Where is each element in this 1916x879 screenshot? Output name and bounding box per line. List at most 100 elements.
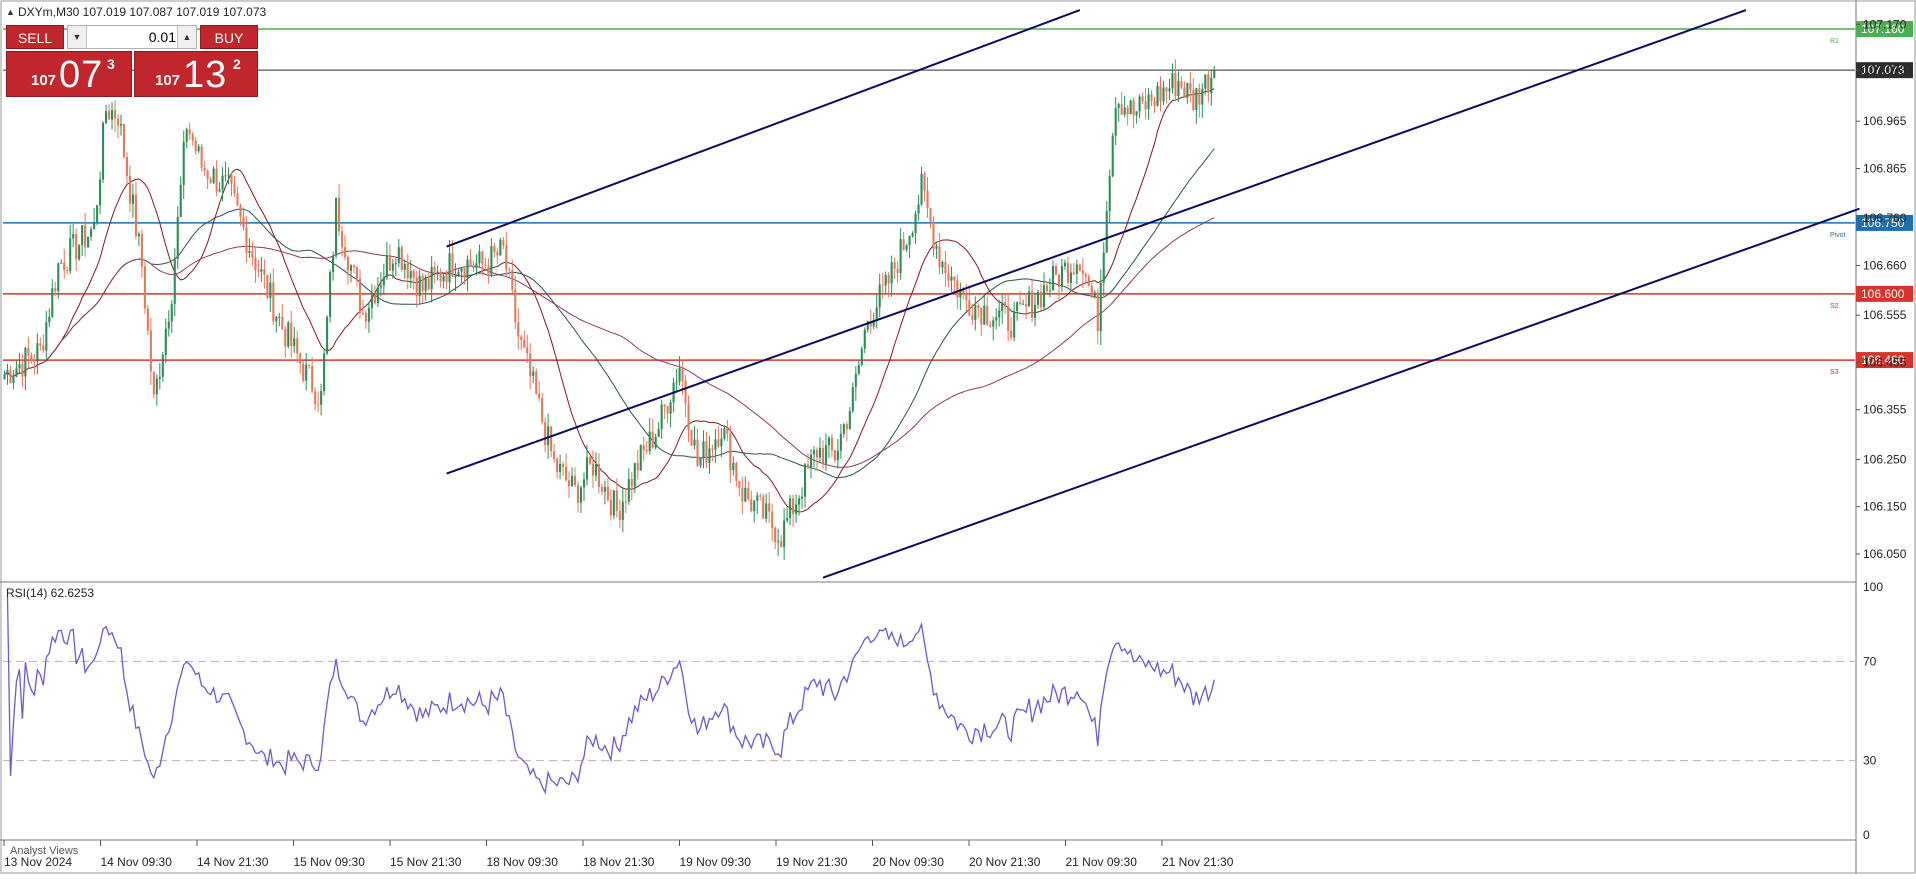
candle-body[interactable] <box>412 270 415 278</box>
candle-body[interactable] <box>1147 94 1150 110</box>
candle-body[interactable] <box>1060 266 1063 287</box>
candle-body[interactable] <box>69 238 72 271</box>
candle-body[interactable] <box>116 118 120 126</box>
candle-body[interactable] <box>532 371 535 376</box>
candle-body[interactable] <box>87 236 90 248</box>
candle-body[interactable] <box>768 503 771 512</box>
candle-body[interactable] <box>302 363 305 381</box>
candle-body[interactable] <box>980 307 983 325</box>
candle-body[interactable] <box>505 245 508 270</box>
candle-body[interactable] <box>711 448 714 450</box>
candle-body[interactable] <box>890 262 893 284</box>
candle-body[interactable] <box>726 428 729 434</box>
candle-body[interactable] <box>149 330 152 372</box>
candle-body[interactable] <box>18 364 21 369</box>
candle-body[interactable] <box>30 355 33 360</box>
candle-body[interactable] <box>690 430 693 446</box>
candle-body[interactable] <box>792 498 795 515</box>
candle-body[interactable] <box>729 433 732 471</box>
candle-body[interactable] <box>478 251 481 264</box>
candle-body[interactable] <box>51 288 54 317</box>
candle-body[interactable] <box>1063 262 1066 267</box>
candle-body[interactable] <box>39 343 42 346</box>
candle-body[interactable] <box>1162 87 1165 102</box>
candle-body[interactable] <box>105 111 108 123</box>
lot-increase-icon[interactable]: ▲ <box>177 26 196 48</box>
candle-body[interactable] <box>290 322 293 347</box>
sell-price-button[interactable]: 107 07 3 <box>6 51 132 97</box>
candle-body[interactable] <box>774 527 777 543</box>
candle-body[interactable] <box>553 451 556 460</box>
candle-body[interactable] <box>224 175 227 177</box>
candle-body[interactable] <box>66 269 69 271</box>
candle-body[interactable] <box>899 239 902 274</box>
candle-body[interactable] <box>427 278 430 290</box>
sell-button[interactable]: SELL <box>6 25 64 49</box>
candle-body[interactable] <box>815 450 819 458</box>
candle-body[interactable] <box>75 234 78 260</box>
candle-body[interactable] <box>373 295 376 304</box>
candle-body[interactable] <box>827 437 830 446</box>
candle-body[interactable] <box>1010 330 1013 338</box>
candle-body[interactable] <box>93 221 96 230</box>
candle-body[interactable] <box>96 205 99 222</box>
candle-body[interactable] <box>84 225 87 248</box>
candle-body[interactable] <box>394 263 397 265</box>
collapse-triangle-icon[interactable]: ▲ <box>6 7 15 17</box>
candle-body[interactable] <box>502 239 505 246</box>
candle-body[interactable] <box>824 445 827 464</box>
candle-body[interactable] <box>161 355 164 377</box>
candle-body[interactable] <box>741 488 744 502</box>
candle-body[interactable] <box>920 174 923 205</box>
candle-body[interactable] <box>1004 302 1007 307</box>
candle-body[interactable] <box>947 272 950 281</box>
trading-chart-window[interactable]: 107.160 R1 107.073 106.750 Pivot 106.600 S2 106… <box>0 0 1916 874</box>
candle-body[interactable] <box>269 282 272 298</box>
candle-body[interactable] <box>430 267 433 290</box>
candle-body[interactable] <box>1057 274 1060 287</box>
candle-body[interactable] <box>212 168 215 183</box>
candle-body[interactable] <box>1105 211 1108 253</box>
candle-body[interactable] <box>911 233 914 237</box>
candle-body[interactable] <box>708 448 711 464</box>
candle-body[interactable] <box>490 246 493 275</box>
candle-body[interactable] <box>472 265 475 268</box>
candle-body[interactable] <box>517 322 520 337</box>
candle-body[interactable] <box>896 268 899 274</box>
candle-body[interactable] <box>624 501 627 503</box>
candle-body[interactable] <box>600 486 603 492</box>
candle-body[interactable] <box>260 269 263 272</box>
candle-body[interactable] <box>1156 85 1159 106</box>
candle-body[interactable] <box>1069 272 1072 283</box>
candle-body[interactable] <box>1129 100 1132 115</box>
candle-body[interactable] <box>974 305 977 320</box>
candle-body[interactable] <box>1180 81 1183 88</box>
buy-button[interactable]: BUY <box>200 25 258 49</box>
candle-body[interactable] <box>633 462 636 487</box>
candle-body[interactable] <box>1117 104 1120 109</box>
candle-body[interactable] <box>272 282 275 322</box>
candle-body[interactable] <box>496 252 499 256</box>
candle-body[interactable] <box>648 431 651 452</box>
candle-body[interactable] <box>597 464 600 487</box>
candle-body[interactable] <box>854 373 857 388</box>
candle-body[interactable] <box>57 263 60 291</box>
candle-body[interactable] <box>789 498 792 518</box>
candle-body[interactable] <box>1019 302 1022 304</box>
candle-body[interactable] <box>771 511 774 528</box>
candle-body[interactable] <box>938 246 941 268</box>
candle-body[interactable] <box>1183 87 1186 98</box>
candle-body[interactable] <box>1213 70 1216 78</box>
candle-body[interactable] <box>860 348 863 365</box>
candle-body[interactable] <box>568 480 571 487</box>
candle-body[interactable] <box>1144 101 1147 110</box>
candle-body[interactable] <box>550 426 553 452</box>
candle-body[interactable] <box>756 495 759 501</box>
candle-body[interactable] <box>795 504 798 515</box>
candle-body[interactable] <box>167 321 170 329</box>
candle-body[interactable] <box>714 439 717 450</box>
candle-body[interactable] <box>806 464 810 468</box>
candle-body[interactable] <box>541 398 544 422</box>
candle-body[interactable] <box>591 463 594 476</box>
candle-body[interactable] <box>158 376 161 379</box>
